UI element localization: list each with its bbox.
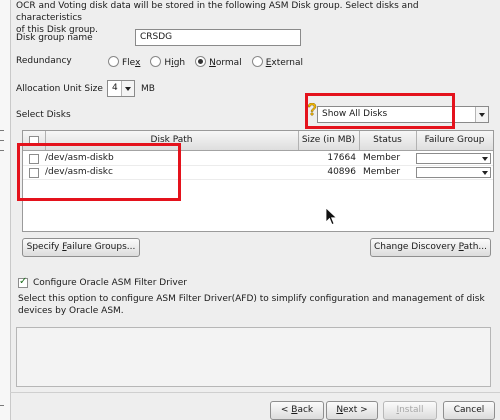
change-discovery-path-button[interactable]: Change Discovery Path... <box>370 238 491 257</box>
disk-group-label: Disk group name <box>16 33 93 43</box>
disk-group-name-field[interactable]: CRSDG <box>135 29 301 46</box>
failure-group-select[interactable] <box>416 167 491 178</box>
status-cell: Member <box>363 153 401 163</box>
next-button[interactable]: Next > <box>326 401 378 420</box>
header-status[interactable]: Status <box>359 131 417 150</box>
wizard-steps-strip <box>0 0 11 420</box>
redundancy-option-high[interactable]: High <box>150 56 185 68</box>
highlight-box-disks <box>17 143 181 201</box>
header-failure-group[interactable]: Failure Group <box>416 131 493 150</box>
radio-label-part: gh <box>173 58 186 68</box>
radio-button[interactable] <box>251 56 263 67</box>
header-size[interactable]: Size (in MB) <box>298 131 360 150</box>
redundancy-option-normal[interactable]: Normal <box>195 56 242 68</box>
size-cell: 40896 <box>327 167 356 177</box>
allocation-unit-mb: MB <box>141 84 155 94</box>
radio-button[interactable] <box>150 56 162 67</box>
select-disks-label: Select Disks <box>16 110 71 120</box>
back-button[interactable]: < Back <box>270 401 324 420</box>
afd-checkbox[interactable] <box>18 276 28 291</box>
radio-label-part: xternal <box>271 58 304 68</box>
radio-label-mnemonic: x <box>135 58 141 68</box>
redundancy-option-external[interactable]: External <box>251 56 304 68</box>
radio-label-part: Fle <box>122 58 136 68</box>
details-panel <box>16 327 491 387</box>
redundancy-option-flex[interactable]: Flex <box>108 56 140 68</box>
status-cell: Member <box>363 167 401 177</box>
mouse-cursor-icon <box>325 207 338 226</box>
cancel-button[interactable]: Cancel <box>443 401 495 420</box>
size-cell: 17664 <box>327 153 356 163</box>
afd-description: Select this option to configure ASM Filt… <box>18 294 485 316</box>
footer-separator <box>10 392 500 393</box>
afd-checkbox-box[interactable] <box>18 276 28 288</box>
redundancy-label: Redundancy <box>16 56 72 66</box>
allocation-unit-label: Allocation Unit Size <box>16 84 103 94</box>
install-button[interactable]: Install <box>383 401 437 420</box>
radio-label-part: ormal <box>215 58 242 68</box>
afd-checkbox-label[interactable]: Configure Oracle ASM Filter Driver <box>33 278 187 288</box>
allocation-unit-select[interactable]: 4 <box>107 80 135 97</box>
highlight-box-filter <box>305 93 455 129</box>
radio-button[interactable] <box>108 56 119 67</box>
specify-failure-groups-button[interactable]: Specify Failure Groups... <box>22 238 140 257</box>
failure-group-select[interactable] <box>416 153 491 164</box>
radio-button[interactable] <box>195 56 207 67</box>
redundancy-radio-group: Flex High Normal External <box>108 56 313 68</box>
radio-label-mnemonic: N <box>209 58 216 68</box>
